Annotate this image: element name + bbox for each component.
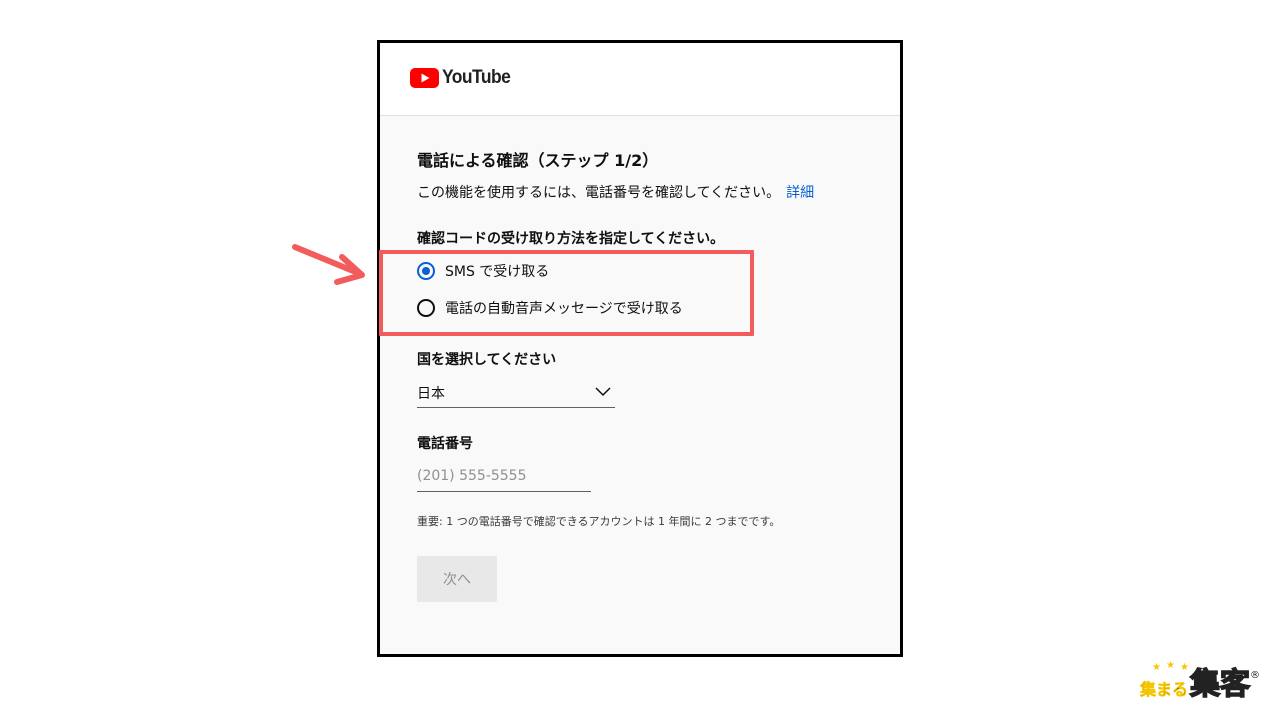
description-text: この機能を使用するには、電話番号を確認してください。 [417, 185, 781, 201]
annotation-highlight-box [379, 250, 754, 336]
details-link[interactable]: 詳細 [786, 185, 814, 201]
brand-text-small: 集まる [1140, 680, 1189, 700]
youtube-logo[interactable]: YouTube [410, 67, 516, 89]
country-select[interactable]: 日本 [417, 379, 615, 408]
country-value: 日本 [417, 386, 445, 402]
page-title: 電話による確認（ステップ 1/2） [417, 151, 659, 170]
chevron-down-icon [595, 385, 611, 401]
brand-text-large: 集客 [1189, 667, 1251, 702]
youtube-play-icon [410, 68, 439, 88]
method-label: 確認コードの受け取り方法を指定してください。 [417, 231, 725, 247]
next-button[interactable]: 次へ [417, 556, 497, 602]
annotation-arrow-icon [292, 244, 365, 285]
youtube-header: YouTube [380, 43, 900, 116]
important-note: 重要: 1 つの電話番号で確認できるアカウントは 1 年間に 2 つまでです。 [417, 515, 781, 528]
verification-window: YouTube 電話による確認（ステップ 1/2） この機能を使用するには、電話… [377, 40, 903, 657]
phone-label: 電話番号 [417, 436, 473, 452]
country-label: 国を選択してください [417, 352, 557, 368]
description: この機能を使用するには、電話番号を確認してください。 詳細 [417, 182, 814, 202]
phone-input[interactable] [417, 461, 591, 492]
brand-logo: ★ ★ ★ 集まる 集客 ® [1138, 656, 1274, 710]
registered-mark: ® [1250, 670, 1261, 681]
youtube-logo-text: YouTube [442, 67, 511, 88]
